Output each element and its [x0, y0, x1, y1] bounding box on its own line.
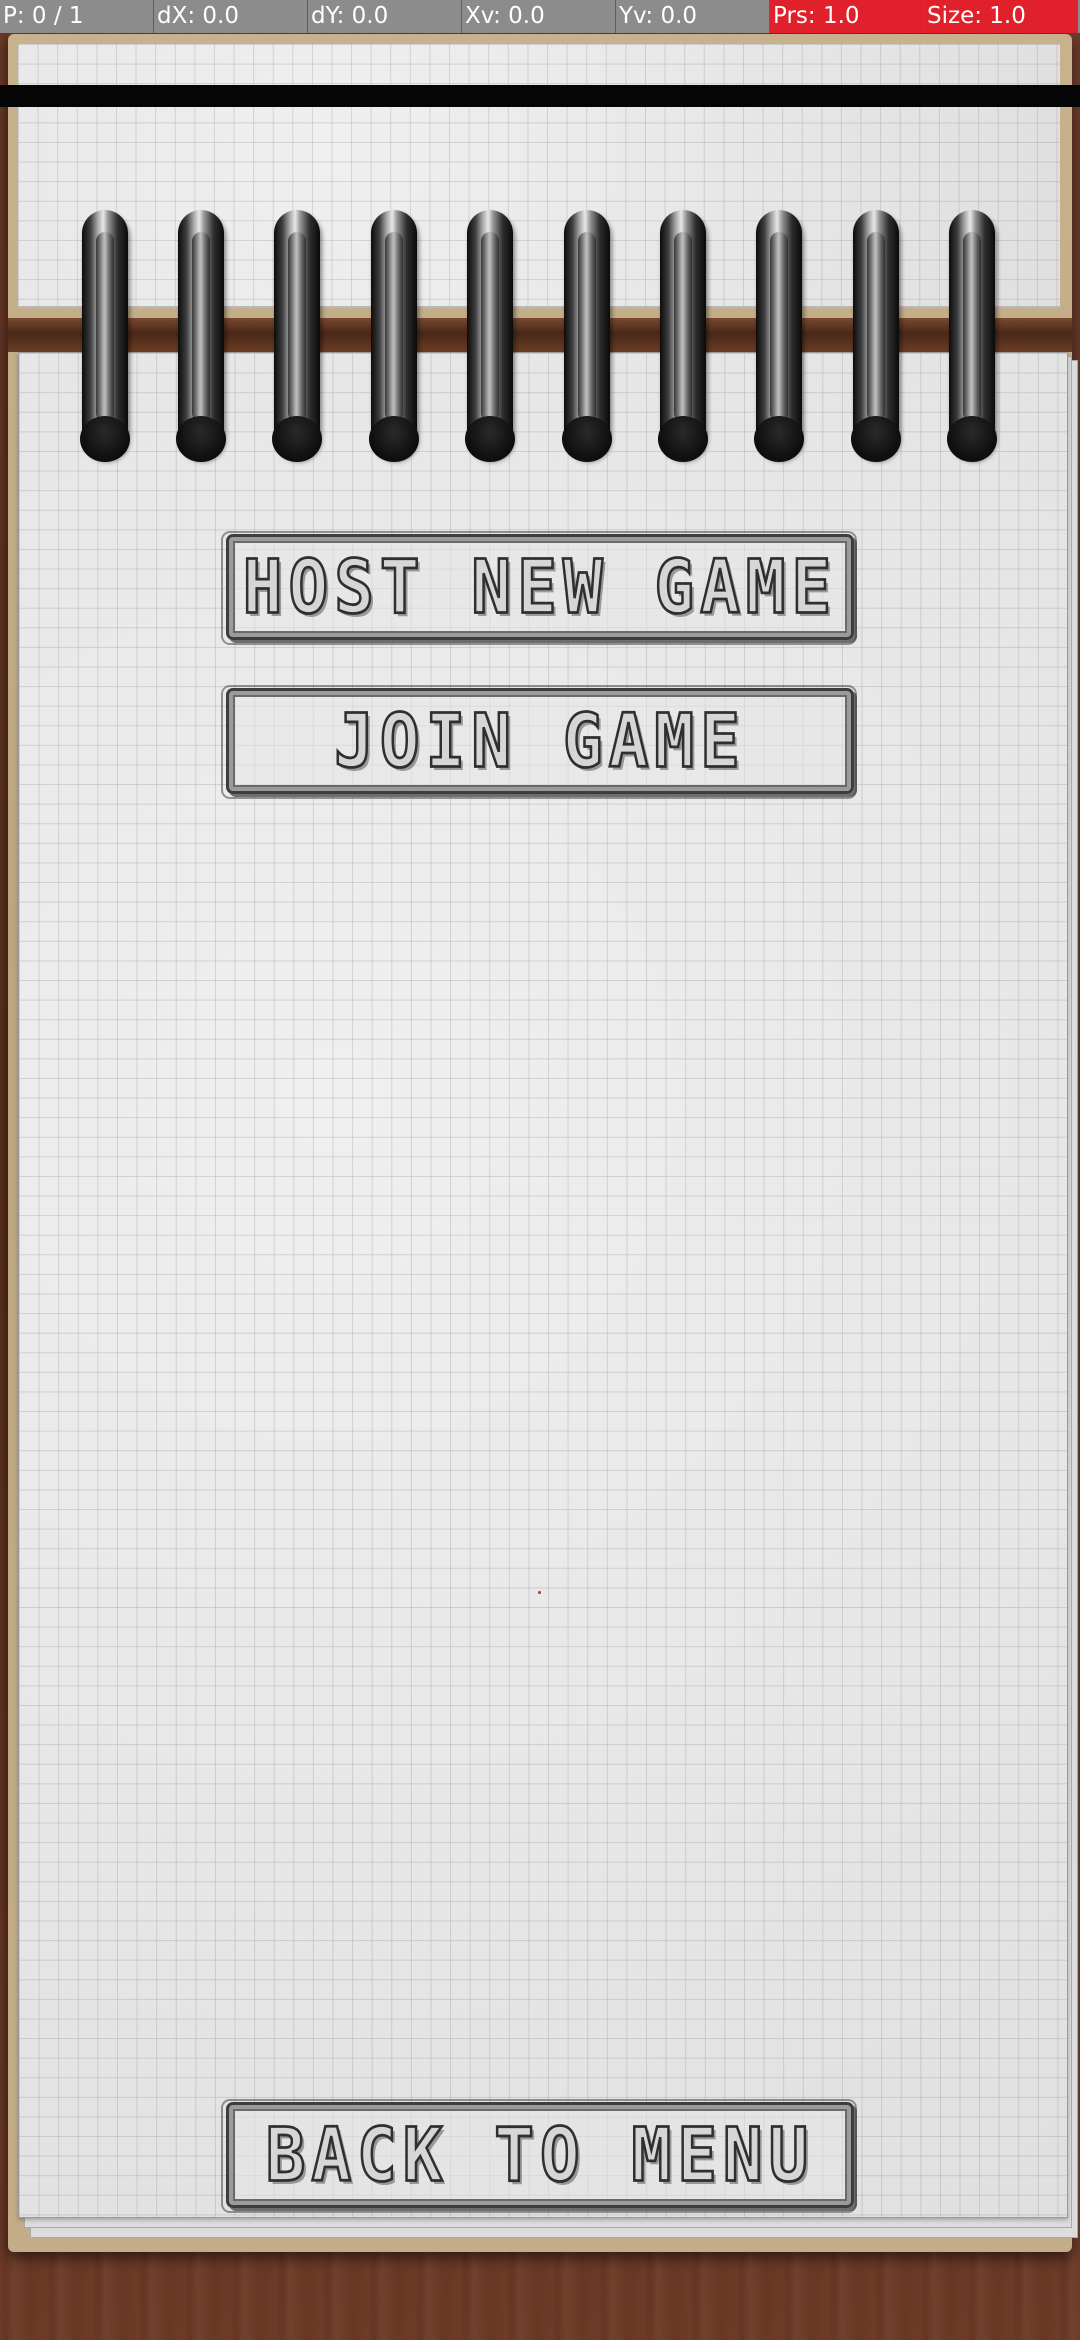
touch-indicator-dot: [538, 1591, 541, 1594]
debug-size: Size: 1.0: [924, 0, 1078, 33]
spiral-ring: [851, 210, 901, 462]
debug-velocity-x: Xv: 0.0: [462, 0, 616, 33]
debug-pointer-count: P: 0 / 1: [0, 0, 154, 33]
spiral-binding: [0, 210, 1080, 462]
spiral-ring: [80, 210, 130, 462]
join-game-label: JOIN GAME: [333, 696, 746, 785]
spiral-ring: [176, 210, 226, 462]
host-new-game-button[interactable]: HOST NEW GAME: [221, 531, 857, 645]
spiral-ring: [272, 210, 322, 462]
spiral-ring: [658, 210, 708, 462]
debug-crosshair-line: [0, 85, 1080, 107]
join-game-button[interactable]: JOIN GAME: [221, 685, 857, 799]
spiral-ring: [465, 210, 515, 462]
host-new-game-label: HOST NEW GAME: [241, 542, 838, 631]
debug-pressure: Prs: 1.0: [770, 0, 924, 33]
pointer-debug-overlay: P: 0 / 1 dX: 0.0 dY: 0.0 Xv: 0.0 Yv: 0.0…: [0, 0, 1080, 33]
spiral-ring: [754, 210, 804, 462]
debug-delta-y: dY: 0.0: [308, 0, 462, 33]
debug-delta-x: dX: 0.0: [154, 0, 308, 33]
back-to-menu-label: BACK TO MENU: [264, 2110, 815, 2199]
debug-velocity-y: Yv: 0.0: [616, 0, 770, 33]
spiral-ring: [369, 210, 419, 462]
spiral-ring: [562, 210, 612, 462]
back-to-menu-button[interactable]: BACK TO MENU: [221, 2099, 857, 2213]
spiral-ring: [947, 210, 997, 462]
